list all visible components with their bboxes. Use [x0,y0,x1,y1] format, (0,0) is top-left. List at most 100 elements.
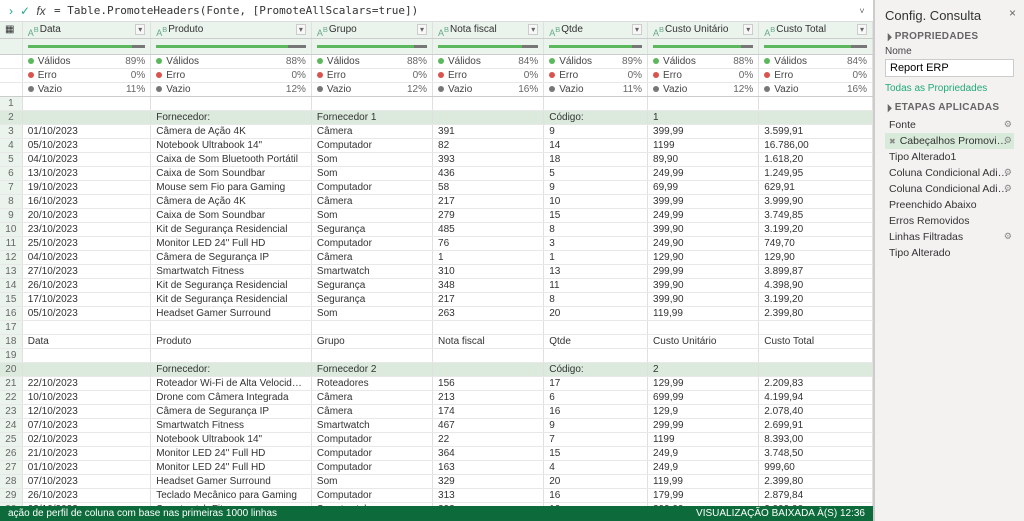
cell[interactable]: 179,99 [648,488,759,502]
column-header-Qtde[interactable]: ABQtde▾ [544,22,648,38]
cell[interactable]: Data [22,334,151,348]
cell[interactable] [433,348,544,362]
cell[interactable]: Notebook Ultrabook 14" [151,138,312,152]
cell[interactable]: Kit de Segurança Residencial [151,222,312,236]
cell[interactable]: 20/10/2023 [22,208,151,222]
applied-step[interactable]: Tipo Alterado [885,245,1014,261]
cell[interactable]: 129,90 [648,250,759,264]
cell[interactable]: 1.249,95 [759,166,873,180]
props-heading[interactable]: PROPRIEDADES [885,31,1014,42]
cell[interactable]: 05/10/2023 [22,138,151,152]
cell[interactable]: 82 [433,138,544,152]
column-header-Custo Total[interactable]: ABCusto Total▾ [759,22,873,38]
cell[interactable]: 279 [433,208,544,222]
applied-step[interactable]: Coluna Condicional Adicionad...⚙ [885,181,1014,197]
cell[interactable]: 8 [544,292,648,306]
column-header-Nota fiscal[interactable]: ABNota fiscal▾ [433,22,544,38]
cell[interactable]: 1199 [648,138,759,152]
cell[interactable] [648,348,759,362]
cell[interactable]: Fornecedor: [151,362,312,376]
cell[interactable]: 249,90 [648,236,759,250]
cell[interactable] [759,110,873,124]
cell[interactable]: 05/10/2023 [22,306,151,320]
cell[interactable]: 21/10/2023 [22,446,151,460]
cell[interactable]: 1.618,20 [759,152,873,166]
cell[interactable]: 07/10/2023 [22,418,151,432]
cell[interactable]: 2.879,84 [759,488,873,502]
cell[interactable]: Som [311,474,432,488]
cell[interactable]: Fornecedor 1 [311,110,432,124]
cell[interactable] [151,96,312,110]
cell[interactable]: 3.199,20 [759,222,873,236]
cell[interactable]: 27/10/2023 [22,264,151,278]
cell[interactable]: 163 [433,460,544,474]
cell[interactable]: 13 [544,264,648,278]
cell[interactable]: 399,99 [648,124,759,138]
cell[interactable]: Fornecedor: [151,110,312,124]
cell[interactable]: 393 [433,152,544,166]
cell[interactable]: 129,9 [648,404,759,418]
cell[interactable] [433,110,544,124]
applied-step[interactable]: Linhas Filtradas⚙ [885,229,1014,245]
cell[interactable] [22,348,151,362]
all-properties-link[interactable]: Todas as Propriedades [885,83,1014,94]
filter-icon[interactable]: ▾ [296,24,306,35]
cell[interactable]: Teclado Mecânico para Gaming [151,488,312,502]
fx-icon[interactable]: fx [32,4,50,18]
steps-heading[interactable]: ETAPAS APLICADAS [885,102,1014,113]
cell[interactable]: 249,99 [648,166,759,180]
cell[interactable]: 348 [433,278,544,292]
cell[interactable]: Custo Total [759,334,873,348]
cell[interactable]: 02/10/2023 [22,432,151,446]
cell[interactable] [433,320,544,334]
cell[interactable]: 3.749,85 [759,208,873,222]
cell[interactable]: 16 [544,404,648,418]
cell[interactable]: Headset Gamer Surround [151,474,312,488]
cell[interactable]: 174 [433,404,544,418]
cell[interactable] [648,320,759,334]
cell[interactable]: 399,90 [648,278,759,292]
cell[interactable]: Segurança [311,278,432,292]
cell[interactable]: Smartwatch Fitness [151,418,312,432]
cell[interactable]: 8 [544,222,648,236]
cell[interactable]: 213 [433,390,544,404]
cell[interactable]: 3 [544,236,648,250]
cell[interactable]: 1 [544,250,648,264]
cell[interactable]: 263 [433,306,544,320]
cell[interactable]: 14 [544,138,648,152]
cell[interactable] [151,320,312,334]
cell[interactable]: 217 [433,292,544,306]
cell[interactable]: 2.078,40 [759,404,873,418]
cell[interactable]: 10/10/2023 [22,390,151,404]
cell[interactable]: 119,99 [648,474,759,488]
cell[interactable]: 9 [544,124,648,138]
cell[interactable]: Smartwatch Fitness [151,264,312,278]
cell[interactable]: Monitor LED 24" Full HD [151,446,312,460]
gear-icon[interactable]: ⚙ [1004,231,1012,242]
cell[interactable]: 17 [544,376,648,390]
cell[interactable] [544,320,648,334]
column-header-Data[interactable]: ABData▾ [22,22,151,38]
cell[interactable]: 2.399,80 [759,306,873,320]
cell[interactable]: Caixa de Som Bluetooth Portátil [151,152,312,166]
cell[interactable]: 23/10/2023 [22,222,151,236]
cell[interactable] [22,362,151,376]
cell[interactable]: 2.399,80 [759,474,873,488]
cell[interactable]: Qtde [544,334,648,348]
cell[interactable]: 9 [544,418,648,432]
cell[interactable]: 249,9 [648,460,759,474]
cell[interactable]: Smartwatch [311,502,432,506]
filter-icon[interactable]: ▾ [743,24,753,35]
cell[interactable]: 485 [433,222,544,236]
cell[interactable] [311,320,432,334]
cell[interactable]: 03/10/2023 [22,502,151,506]
cell[interactable]: Computador [311,488,432,502]
cell[interactable]: Monitor LED 24" Full HD [151,236,312,250]
cell[interactable]: Som [311,208,432,222]
cell[interactable]: 399,99 [648,194,759,208]
cell[interactable]: 25/10/2023 [22,236,151,250]
cell[interactable]: 5 [544,166,648,180]
cell[interactable]: 16.786,00 [759,138,873,152]
gear-icon[interactable]: ⚙ [1004,183,1012,194]
cell[interactable]: 3.599,91 [759,124,873,138]
